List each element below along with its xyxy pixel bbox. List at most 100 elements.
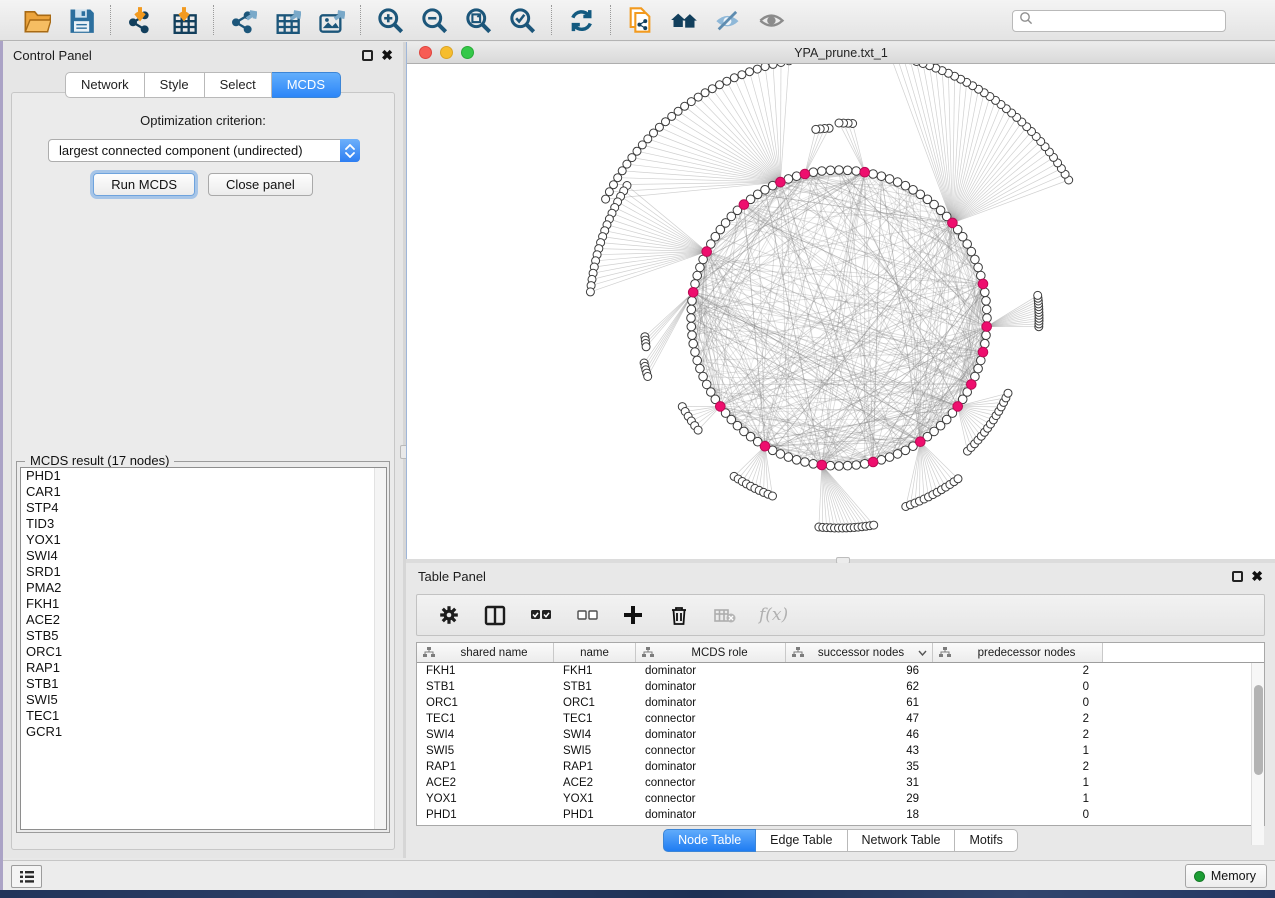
result-node-item[interactable]: PMA2 — [21, 580, 386, 596]
result-node-item[interactable]: TEC1 — [21, 708, 386, 724]
result-list-scrollbar[interactable] — [374, 468, 386, 829]
table-cell[interactable]: 31 — [786, 775, 933, 791]
table-row[interactable]: RAP1RAP1dominator352 — [417, 759, 1264, 775]
table-cell[interactable]: SWI4 — [554, 727, 636, 743]
table-cell[interactable]: SWI4 — [417, 727, 554, 743]
network-canvas[interactable] — [407, 64, 1275, 558]
column-header-MCDS-role[interactable]: MCDS role — [636, 643, 786, 662]
table-cell[interactable]: 1 — [933, 775, 1103, 791]
table-cell[interactable]: FKH1 — [554, 663, 636, 679]
import-network-icon[interactable] — [125, 5, 155, 35]
network-graph[interactable] — [407, 64, 1275, 558]
mcds-result-list[interactable]: PHD1CAR1STP4TID3YOX1SWI4SRD1PMA2FKH1ACE2… — [20, 467, 387, 830]
result-node-item[interactable]: SWI5 — [21, 692, 386, 708]
result-node-item[interactable]: FKH1 — [21, 596, 386, 612]
export-table-icon[interactable] — [272, 5, 302, 35]
table-cell[interactable]: FKH1 — [417, 663, 554, 679]
result-node-item[interactable]: RAP1 — [21, 660, 386, 676]
table-cell[interactable]: SWI5 — [417, 743, 554, 759]
result-node-item[interactable]: STP4 — [21, 500, 386, 516]
table-cell[interactable]: YOX1 — [417, 791, 554, 807]
table-cell[interactable]: connector — [636, 711, 786, 727]
table-cell[interactable]: dominator — [636, 663, 786, 679]
table-row[interactable]: TEC1TEC1connector472 — [417, 711, 1264, 727]
table-cell[interactable]: ORC1 — [417, 695, 554, 711]
task-history-button[interactable] — [11, 865, 42, 888]
table-cell[interactable]: 2 — [933, 727, 1103, 743]
duplicate-network-icon[interactable] — [625, 5, 655, 35]
search-input[interactable] — [1034, 12, 1225, 30]
table-cell[interactable]: ACE2 — [417, 775, 554, 791]
settings-icon[interactable] — [437, 603, 461, 627]
result-node-item[interactable]: CAR1 — [21, 484, 386, 500]
table-cell[interactable]: STB1 — [554, 679, 636, 695]
tab-motifs[interactable]: Motifs — [955, 829, 1017, 852]
table-cell[interactable]: 29 — [786, 791, 933, 807]
show-details-icon[interactable] — [757, 5, 787, 35]
select-all-icon[interactable] — [529, 603, 553, 627]
column-header-successor-nodes[interactable]: successor nodes — [786, 643, 933, 662]
table-row[interactable]: ORC1ORC1dominator610 — [417, 695, 1264, 711]
tab-network-table[interactable]: Network Table — [848, 829, 956, 852]
table-cell[interactable]: RAP1 — [417, 759, 554, 775]
result-node-item[interactable]: GCR1 — [21, 724, 386, 740]
column-header-predecessor-nodes[interactable]: predecessor nodes — [933, 643, 1103, 662]
table-cell[interactable]: dominator — [636, 807, 786, 823]
table-cell[interactable]: 96 — [786, 663, 933, 679]
table-cell[interactable]: connector — [636, 775, 786, 791]
table-cell[interactable]: 0 — [933, 695, 1103, 711]
hide-details-icon[interactable] — [713, 5, 743, 35]
first-neighbors-icon[interactable] — [669, 5, 699, 35]
zoom-out-icon[interactable] — [419, 5, 449, 35]
import-table-icon[interactable] — [169, 5, 199, 35]
table-row[interactable]: PHD1PHD1dominator180 — [417, 807, 1264, 823]
table-row[interactable]: SWI4SWI4dominator462 — [417, 727, 1264, 743]
table-cell[interactable]: dominator — [636, 679, 786, 695]
table-cell[interactable]: 62 — [786, 679, 933, 695]
network-window-titlebar[interactable]: YPA_prune.txt_1 — [407, 42, 1275, 64]
refresh-icon[interactable] — [566, 5, 596, 35]
table-cell[interactable]: TEC1 — [417, 711, 554, 727]
deselect-all-icon[interactable] — [575, 603, 599, 627]
table-cell[interactable]: dominator — [636, 759, 786, 775]
table-row[interactable]: SWI5SWI5connector431 — [417, 743, 1264, 759]
zoom-selected-icon[interactable] — [507, 5, 537, 35]
float-icon[interactable] — [1232, 571, 1243, 582]
export-network-icon[interactable] — [228, 5, 258, 35]
table-row[interactable]: STB1STB1dominator620 — [417, 679, 1264, 695]
tab-mcds[interactable]: MCDS — [272, 72, 341, 98]
table-cell[interactable]: 0 — [933, 807, 1103, 823]
float-icon[interactable] — [362, 50, 373, 61]
run-mcds-button[interactable]: Run MCDS — [93, 173, 195, 196]
table-cell[interactable]: 61 — [786, 695, 933, 711]
table-row[interactable]: ACE2ACE2connector311 — [417, 775, 1264, 791]
table-cell[interactable]: PHD1 — [417, 807, 554, 823]
table-cell[interactable]: ORC1 — [554, 695, 636, 711]
table-cell[interactable]: 2 — [933, 711, 1103, 727]
table-cell[interactable]: 35 — [786, 759, 933, 775]
column-header-name[interactable]: name — [554, 643, 636, 662]
result-node-item[interactable]: STB1 — [21, 676, 386, 692]
table-cell[interactable]: 1 — [933, 791, 1103, 807]
table-cell[interactable]: connector — [636, 743, 786, 759]
table-cell[interactable]: 2 — [933, 759, 1103, 775]
zoom-in-icon[interactable] — [375, 5, 405, 35]
table-cell[interactable]: YOX1 — [554, 791, 636, 807]
table-cell[interactable]: PHD1 — [554, 807, 636, 823]
criterion-dropdown[interactable]: largest connected component (undirected) — [48, 139, 360, 162]
table-cell[interactable]: connector — [636, 791, 786, 807]
zoom-fit-icon[interactable] — [463, 5, 493, 35]
table-cell[interactable]: 0 — [933, 679, 1103, 695]
table-cell[interactable]: dominator — [636, 695, 786, 711]
result-node-item[interactable]: SWI4 — [21, 548, 386, 564]
search-box[interactable] — [1012, 10, 1226, 32]
table-cell[interactable]: 46 — [786, 727, 933, 743]
close-icon[interactable]: ✖ — [381, 50, 393, 61]
tab-edge-table[interactable]: Edge Table — [756, 829, 847, 852]
delete-row-icon[interactable] — [667, 603, 691, 627]
scrollbar-thumb[interactable] — [1254, 685, 1263, 775]
table-cell[interactable]: 2 — [933, 663, 1103, 679]
tab-network[interactable]: Network — [65, 72, 145, 98]
table-row[interactable]: FKH1FKH1dominator962 — [417, 663, 1264, 679]
result-node-item[interactable]: PHD1 — [21, 468, 386, 484]
